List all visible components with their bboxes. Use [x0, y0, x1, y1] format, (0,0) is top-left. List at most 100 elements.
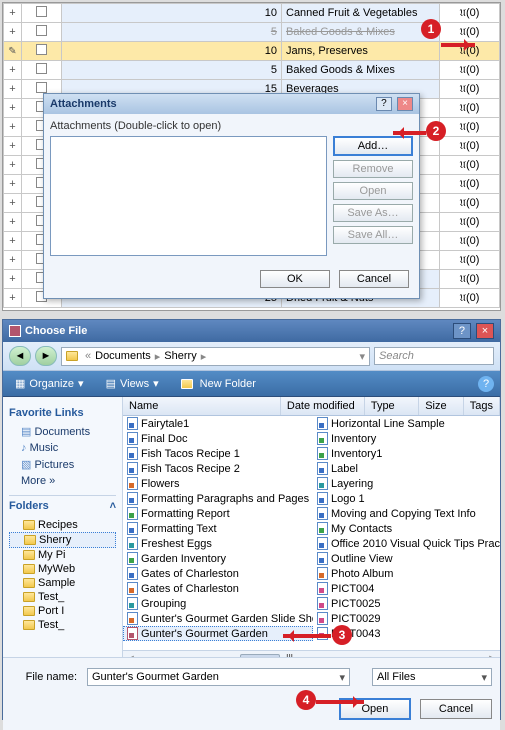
expand-icon[interactable]: +	[4, 232, 22, 251]
expand-icon[interactable]: +	[4, 270, 22, 289]
expand-icon[interactable]: +	[4, 99, 22, 118]
file-item[interactable]: Gunter's Gourmet Garden Slide Show	[123, 611, 313, 626]
cancel-button[interactable]: Cancel	[339, 270, 409, 288]
dialog-titlebar[interactable]: Attachments ? ×	[44, 94, 419, 114]
help-icon[interactable]: ?	[453, 323, 471, 339]
file-item[interactable]: Formatting Text	[123, 521, 313, 536]
crumb-documents[interactable]: Documents	[95, 350, 151, 362]
sidebar-item-more[interactable]: More »	[9, 473, 116, 489]
expand-icon[interactable]: +	[4, 213, 22, 232]
attachment-cell[interactable]: 𝔘(0)	[440, 4, 500, 23]
col-type[interactable]: Type	[365, 397, 419, 415]
file-item[interactable]: Formatting Paragraphs and Pages	[123, 491, 313, 506]
folder-tree-item[interactable]: Test_	[9, 618, 116, 632]
file-list-header[interactable]: Name Date modified Type Size Tags	[123, 397, 500, 416]
col-date[interactable]: Date modified	[281, 397, 365, 415]
file-item[interactable]: Outline View	[313, 551, 500, 566]
saveas-button[interactable]: Save As…	[333, 204, 413, 222]
file-item[interactable]: PICT0029	[313, 611, 500, 626]
folder-tree-item[interactable]: Port I	[9, 604, 116, 618]
qty-cell[interactable]: 10	[62, 42, 282, 61]
expand-icon[interactable]: +	[4, 61, 22, 80]
filetype-select[interactable]: All Files	[372, 668, 492, 686]
attachment-cell[interactable]: 𝔘(0)	[440, 99, 500, 118]
checkbox-cell[interactable]	[22, 42, 62, 61]
file-item[interactable]: Label	[313, 461, 500, 476]
col-size[interactable]: Size	[419, 397, 464, 415]
help-icon[interactable]: ?	[376, 97, 392, 111]
expand-icon[interactable]: +	[4, 137, 22, 156]
qty-cell[interactable]: 10	[62, 4, 282, 23]
name-cell[interactable]: Baked Goods & Mixes	[282, 23, 440, 42]
file-item[interactable]: Inventory1	[313, 446, 500, 461]
file-item[interactable]: Garden Inventory	[123, 551, 313, 566]
expand-icon[interactable]: +	[4, 156, 22, 175]
folder-tree-item[interactable]: My Pi	[9, 548, 116, 562]
help-icon[interactable]: ?	[478, 376, 494, 392]
file-item[interactable]: Logo 1	[313, 491, 500, 506]
checkbox-cell[interactable]	[22, 23, 62, 42]
remove-button[interactable]: Remove	[333, 160, 413, 178]
expand-icon[interactable]: ✎	[4, 42, 22, 61]
file-item[interactable]: Inventory	[313, 431, 500, 446]
close-icon[interactable]: ×	[397, 97, 413, 111]
attachment-cell[interactable]: 𝔘(0)	[440, 137, 500, 156]
col-name[interactable]: Name	[123, 397, 281, 415]
sidebar-item-documents[interactable]: ▤ Documents	[9, 423, 116, 440]
folder-tree-item[interactable]: Test_	[9, 590, 116, 604]
name-cell[interactable]: Canned Fruit & Vegetables	[282, 4, 440, 23]
expand-icon[interactable]: +	[4, 194, 22, 213]
file-item[interactable]: Gates of Charleston	[123, 566, 313, 581]
checkbox-cell[interactable]	[22, 61, 62, 80]
name-cell[interactable]: Baked Goods & Mixes	[282, 61, 440, 80]
folders-label[interactable]: Folders	[9, 500, 49, 512]
folder-tree-item[interactable]: Sherry	[9, 532, 116, 548]
file-item[interactable]: Final Doc	[123, 431, 313, 446]
attachment-cell[interactable]: 𝔘(0)	[440, 80, 500, 99]
qty-cell[interactable]: 5	[62, 61, 282, 80]
file-item[interactable]: Gates of Charleston	[123, 581, 313, 596]
newfolder-button[interactable]: New Folder	[175, 376, 262, 392]
views-button[interactable]: ▤Views▾	[100, 375, 165, 392]
file-item[interactable]: Fairytale1	[123, 416, 313, 431]
file-item[interactable]: PICT004	[313, 581, 500, 596]
file-item[interactable]: Fish Tacos Recipe 1	[123, 446, 313, 461]
attachment-cell[interactable]: 𝔘(0)	[440, 232, 500, 251]
name-cell[interactable]: Jams, Preserves	[282, 42, 440, 61]
chevron-up-icon[interactable]: ˄	[110, 500, 116, 512]
expand-icon[interactable]: +	[4, 4, 22, 23]
expand-icon[interactable]: +	[4, 289, 22, 308]
sidebar-item-pictures[interactable]: ▧ Pictures	[9, 456, 116, 473]
attachment-cell[interactable]: 𝔘(0)	[440, 270, 500, 289]
attachment-cell[interactable]: 𝔘(0)	[440, 213, 500, 232]
file-item[interactable]: Flowers	[123, 476, 313, 491]
file-item[interactable]: Horizontal Line Sample	[313, 416, 500, 431]
breadcrumb[interactable]: « Documents ▸ Sherry ▸ ▾	[61, 347, 370, 366]
cancel-button[interactable]: Cancel	[420, 699, 492, 719]
attachment-cell[interactable]: 𝔘(0)	[440, 251, 500, 270]
search-input[interactable]: Search	[374, 347, 494, 365]
crumb-sherry[interactable]: Sherry	[164, 350, 196, 362]
file-item[interactable]: PICT0025	[313, 596, 500, 611]
checkbox-cell[interactable]	[22, 4, 62, 23]
expand-icon[interactable]: +	[4, 118, 22, 137]
folder-tree-item[interactable]: Recipes	[9, 518, 116, 532]
expand-icon[interactable]: +	[4, 23, 22, 42]
attachment-cell[interactable]: 𝔘(0)	[440, 194, 500, 213]
file-item[interactable]: Layering	[313, 476, 500, 491]
open-button[interactable]: Open	[333, 182, 413, 200]
attachments-listbox[interactable]	[50, 136, 327, 256]
qty-cell[interactable]: 5	[62, 23, 282, 42]
file-item[interactable]: Moving and Copying Text Info	[313, 506, 500, 521]
ok-button[interactable]: OK	[260, 270, 330, 288]
file-item[interactable]: Office 2010 Visual Quick Tips Practice	[313, 536, 500, 551]
nav-back-icon[interactable]: ◄	[9, 346, 31, 366]
scroll-thumb[interactable]	[240, 654, 280, 658]
file-item[interactable]: Photo Album	[313, 566, 500, 581]
attachment-cell[interactable]: 𝔘(0)	[440, 289, 500, 308]
expand-icon[interactable]: +	[4, 251, 22, 270]
col-tags[interactable]: Tags	[464, 397, 500, 415]
file-item[interactable]: Formatting Report	[123, 506, 313, 521]
folder-tree-item[interactable]: Sample	[9, 576, 116, 590]
file-item[interactable]: My Contacts	[313, 521, 500, 536]
